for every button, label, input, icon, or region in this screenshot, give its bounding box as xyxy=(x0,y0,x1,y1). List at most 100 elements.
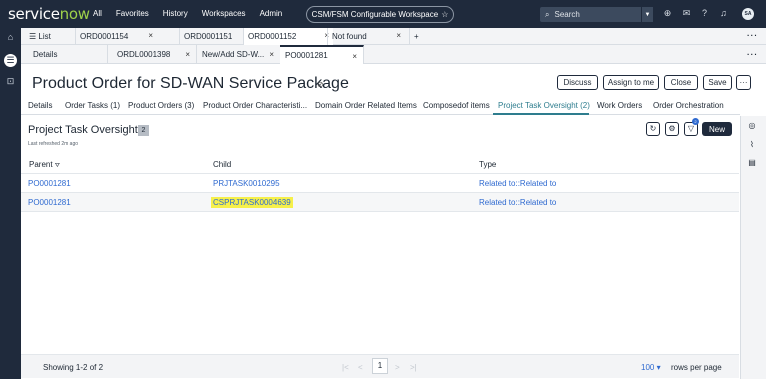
avatar[interactable]: SA xyxy=(742,8,754,20)
tab-label: New/Add SD-W... xyxy=(202,50,265,59)
new-button[interactable]: New xyxy=(702,122,732,136)
left-rail: ⌂ ☰ ⊡ xyxy=(0,28,21,379)
star-icon[interactable]: ☆ xyxy=(441,10,448,19)
related-tabs: Details Order Tasks (1) Product Orders (… xyxy=(21,98,740,115)
list-title: Project Task Oversight xyxy=(28,124,138,136)
attachment-icon[interactable]: ⌇ xyxy=(747,140,757,150)
row-1-parent-link[interactable]: PO0001281 xyxy=(28,179,71,188)
more-actions-button[interactable]: ··· xyxy=(736,75,751,90)
discuss-button[interactable]: Discuss xyxy=(557,75,598,90)
column-header-parent[interactable]: Parent ⛛ xyxy=(29,160,60,170)
more-icon[interactable]: ··· xyxy=(747,31,758,40)
row-2-parent-link[interactable]: PO0001281 xyxy=(28,198,71,207)
header-divider xyxy=(21,173,739,174)
reltab-domain-order-related-items[interactable]: Domain Order Related Items xyxy=(315,101,417,110)
row-1-type-link[interactable]: Related to::Related to xyxy=(479,179,556,188)
document-icon[interactable]: ▤ xyxy=(747,158,757,168)
workspace-tabbar: ☰ List ORD0001154 × ORD0001151 × ORD000115… xyxy=(21,28,766,45)
servicenow-logo[interactable]: servicenow xyxy=(8,5,90,23)
logo-text-prefix: service xyxy=(8,5,60,23)
active-tab-indicator xyxy=(493,113,589,115)
row-2-child-link[interactable]: CSPRJTASK0004639 xyxy=(211,197,293,208)
filter-icon: ▽ xyxy=(687,124,695,133)
table-row-alt-bg xyxy=(21,193,739,211)
tab-label: ORD0001154 xyxy=(80,32,129,41)
reltab-project-task-oversight[interactable]: Project Task Oversight (2) xyxy=(498,101,590,110)
chevron-down-icon: ▾ xyxy=(656,363,661,372)
row-divider xyxy=(21,211,739,212)
assign-to-me-button[interactable]: Assign to me xyxy=(603,75,659,90)
tab-ord0001152[interactable]: ORD0001152 × xyxy=(243,28,333,45)
right-rail xyxy=(740,116,766,379)
help-icon[interactable]: ? xyxy=(699,8,710,19)
first-page-icon[interactable]: |< xyxy=(342,363,349,372)
next-page-icon[interactable]: > xyxy=(395,363,400,372)
page-number-input[interactable]: 1 xyxy=(372,358,388,374)
tab-ord0001154[interactable]: ORD0001154 × xyxy=(75,28,153,45)
refresh-button[interactable]: ↻ xyxy=(646,122,660,136)
chat-icon[interactable]: ✉ xyxy=(681,8,692,19)
row-2-type-link[interactable]: Related to::Related to xyxy=(479,198,556,207)
reltab-product-order-characteristics[interactable]: Product Order Characteristi... xyxy=(203,101,307,110)
rows-per-page-select[interactable]: 100 ▾ xyxy=(641,363,661,372)
showing-count: Showing 1-2 of 2 xyxy=(43,363,104,372)
nav-all[interactable]: All xyxy=(93,9,102,18)
last-refreshed-text: Last refreshed 2m ago xyxy=(28,141,79,147)
column-header-child[interactable]: Child xyxy=(213,160,231,169)
close-icon[interactable]: × xyxy=(185,50,190,59)
reltab-work-orders[interactable]: Work Orders xyxy=(597,101,642,110)
subtab-ordl0001398[interactable]: ORDL0001398 × xyxy=(112,45,197,64)
more-icon[interactable]: ··· xyxy=(747,50,758,59)
close-icon[interactable]: × xyxy=(148,31,153,40)
close-icon[interactable]: × xyxy=(352,52,357,61)
row-1-child-link[interactable]: PRJTASK0010295 xyxy=(213,179,280,188)
home-icon[interactable]: ⌂ xyxy=(4,31,17,44)
add-tab-button[interactable]: + xyxy=(409,28,423,45)
nav-workspaces[interactable]: Workspaces xyxy=(202,9,246,18)
nav-favorites[interactable]: Favorites xyxy=(116,9,149,18)
list-icon[interactable]: ☰ xyxy=(4,54,17,67)
tab-not-found[interactable]: Not found × xyxy=(327,28,403,45)
close-icon[interactable]: × xyxy=(396,31,401,40)
reltab-order-tasks[interactable]: Order Tasks (1) xyxy=(65,101,120,110)
reltab-product-orders[interactable]: Product Orders (3) xyxy=(128,101,194,110)
agent-assist-icon[interactable]: ◎ xyxy=(747,121,757,131)
global-search[interactable]: ⌕ Search xyxy=(540,7,643,22)
tab-label: Details xyxy=(33,50,58,59)
save-button[interactable]: Save xyxy=(703,75,732,90)
subtab-details[interactable]: Details xyxy=(28,45,108,64)
subtab-new-add[interactable]: New/Add SD-W... × xyxy=(197,45,281,64)
close-button[interactable]: Close xyxy=(664,75,698,90)
top-nav: servicenow All Favorites History Workspa… xyxy=(0,0,766,28)
count-badge: 2 xyxy=(138,125,149,136)
nav-history[interactable]: History xyxy=(163,9,188,18)
notifications-bell-icon[interactable]: ♫ xyxy=(718,8,729,19)
prev-page-icon[interactable]: < xyxy=(358,363,363,372)
search-scope-dropdown[interactable]: ▼ xyxy=(641,7,653,22)
related-list xyxy=(21,116,739,379)
workspace-pill[interactable]: CSM/FSM Configurable Workspace ☆ xyxy=(306,6,454,23)
link-icon[interactable]: ⊘ xyxy=(317,80,324,89)
subtab-po0001281[interactable]: PO0001281 × xyxy=(280,45,364,64)
workspace-label: CSM/FSM Configurable Workspace xyxy=(311,10,439,19)
sort-icon[interactable]: ⛛ xyxy=(55,163,60,169)
rows-per-page-value: 100 xyxy=(641,363,655,372)
globe-icon[interactable]: ⊕ xyxy=(662,8,673,19)
tab-label: List xyxy=(38,32,51,41)
column-label: Parent xyxy=(29,160,53,169)
search-icon: ⌕ xyxy=(545,9,550,19)
reltab-composedof-items[interactable]: Composedof items xyxy=(423,101,490,110)
close-icon[interactable]: × xyxy=(269,50,274,59)
column-header-type[interactable]: Type xyxy=(479,160,496,169)
last-page-icon[interactable]: >| xyxy=(410,363,417,372)
reltab-details[interactable]: Details xyxy=(28,101,52,110)
settings-button[interactable]: ⚙ xyxy=(665,122,679,136)
inbox-icon[interactable]: ⊡ xyxy=(4,75,17,88)
filter-count-badge: 2 xyxy=(692,118,699,125)
page-title: Product Order for SD-WAN Service Package xyxy=(32,75,349,92)
nav-links: All Favorites History Workspaces Admin xyxy=(93,9,282,18)
tab-label: PO0001281 xyxy=(285,51,328,60)
nav-admin[interactable]: Admin xyxy=(260,9,283,18)
tab-label: ORD0001151 xyxy=(184,32,233,41)
reltab-order-orchestration[interactable]: Order Orchestration xyxy=(653,101,724,110)
